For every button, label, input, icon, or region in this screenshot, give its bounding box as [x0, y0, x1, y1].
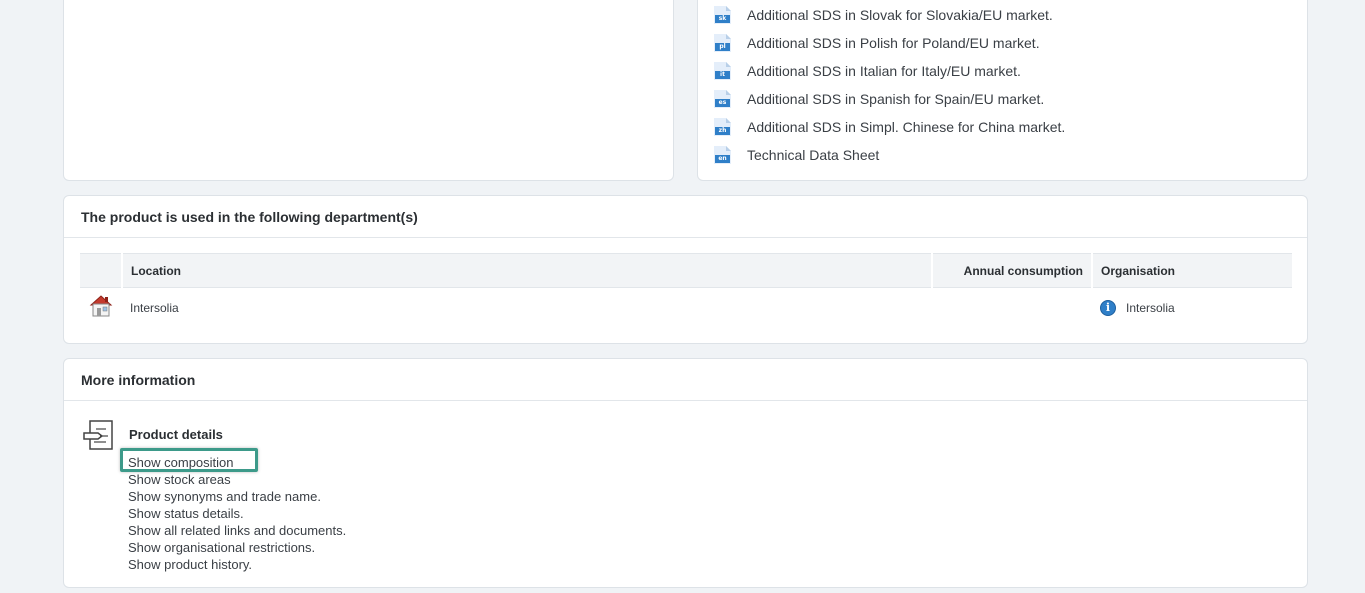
- organisation-column-header[interactable]: Organisation: [1091, 253, 1292, 288]
- show-related-links-link[interactable]: Show all related links and documents.: [128, 522, 346, 539]
- show-status-details-link[interactable]: Show status details.: [128, 505, 346, 522]
- show-organisational-restrictions-link[interactable]: Show organisational restrictions.: [128, 539, 346, 556]
- document-file-icon: pl: [714, 34, 731, 52]
- document-file-icon: sk: [714, 6, 731, 24]
- document-link[interactable]: Additional SDS in Italian for Italy/EU m…: [747, 63, 1021, 79]
- documents-panel: sk Additional SDS in Slovak for Slovakia…: [697, 0, 1308, 181]
- show-product-history-link[interactable]: Show product history.: [128, 556, 346, 573]
- page: sk Additional SDS in Slovak for Slovakia…: [0, 0, 1365, 593]
- document-item-zh[interactable]: zh Additional SDS in Simpl. Chinese for …: [714, 113, 1065, 141]
- organisation-cell[interactable]: i Intersolia: [1092, 288, 1292, 328]
- more-information-panel: More information Product details Show co…: [63, 358, 1308, 588]
- house-icon: [89, 295, 113, 317]
- left-top-panel: [63, 0, 674, 181]
- location-cell[interactable]: Intersolia: [122, 288, 932, 328]
- table-row[interactable]: Intersolia i Intersolia: [80, 288, 1292, 328]
- organisation-text: Intersolia: [1126, 300, 1175, 315]
- departments-table: Location Annual consumption Organisation: [80, 253, 1292, 328]
- annual-consumption-cell: [932, 288, 1092, 328]
- icon-column-header: [80, 253, 122, 288]
- document-file-icon: it: [714, 62, 731, 80]
- document-list: sk Additional SDS in Slovak for Slovakia…: [714, 1, 1065, 169]
- document-item-es[interactable]: es Additional SDS in Spanish for Spain/E…: [714, 85, 1065, 113]
- more-information-title: More information: [64, 359, 1307, 401]
- show-stock-areas-link[interactable]: Show stock areas: [128, 471, 346, 488]
- show-composition-link[interactable]: Show composition: [120, 448, 346, 472]
- location-text: Intersolia: [130, 300, 179, 315]
- document-item-it[interactable]: it Additional SDS in Italian for Italy/E…: [714, 57, 1065, 85]
- departments-title: The product is used in the following dep…: [64, 196, 1307, 238]
- document-link[interactable]: Additional SDS in Polish for Poland/EU m…: [747, 35, 1040, 51]
- departments-panel: The product is used in the following dep…: [63, 195, 1308, 344]
- product-details-links: Show composition Show stock areas Show s…: [120, 448, 346, 573]
- document-link[interactable]: Technical Data Sheet: [747, 147, 879, 163]
- location-column-header[interactable]: Location: [121, 253, 932, 288]
- row-icon-cell: [80, 288, 122, 328]
- table-header-row: Location Annual consumption Organisation: [80, 253, 1292, 288]
- document-link[interactable]: Additional SDS in Spanish for Spain/EU m…: [747, 91, 1044, 107]
- document-item-pl[interactable]: pl Additional SDS in Polish for Poland/E…: [714, 29, 1065, 57]
- document-item-sk[interactable]: sk Additional SDS in Slovak for Slovakia…: [714, 1, 1065, 29]
- document-file-icon: es: [714, 90, 731, 108]
- document-link[interactable]: Additional SDS in Simpl. Chinese for Chi…: [747, 119, 1065, 135]
- document-file-icon: en: [714, 146, 731, 164]
- document-link[interactable]: Additional SDS in Slovak for Slovakia/EU…: [747, 7, 1053, 23]
- document-item-en[interactable]: en Technical Data Sheet: [714, 141, 1065, 169]
- annual-consumption-column-header[interactable]: Annual consumption: [931, 253, 1092, 288]
- product-details-icon: [83, 420, 113, 450]
- product-details-title: Product details: [129, 427, 223, 442]
- show-synonyms-link[interactable]: Show synonyms and trade name.: [128, 488, 346, 505]
- document-file-icon: zh: [714, 118, 731, 136]
- info-icon[interactable]: i: [1100, 299, 1116, 316]
